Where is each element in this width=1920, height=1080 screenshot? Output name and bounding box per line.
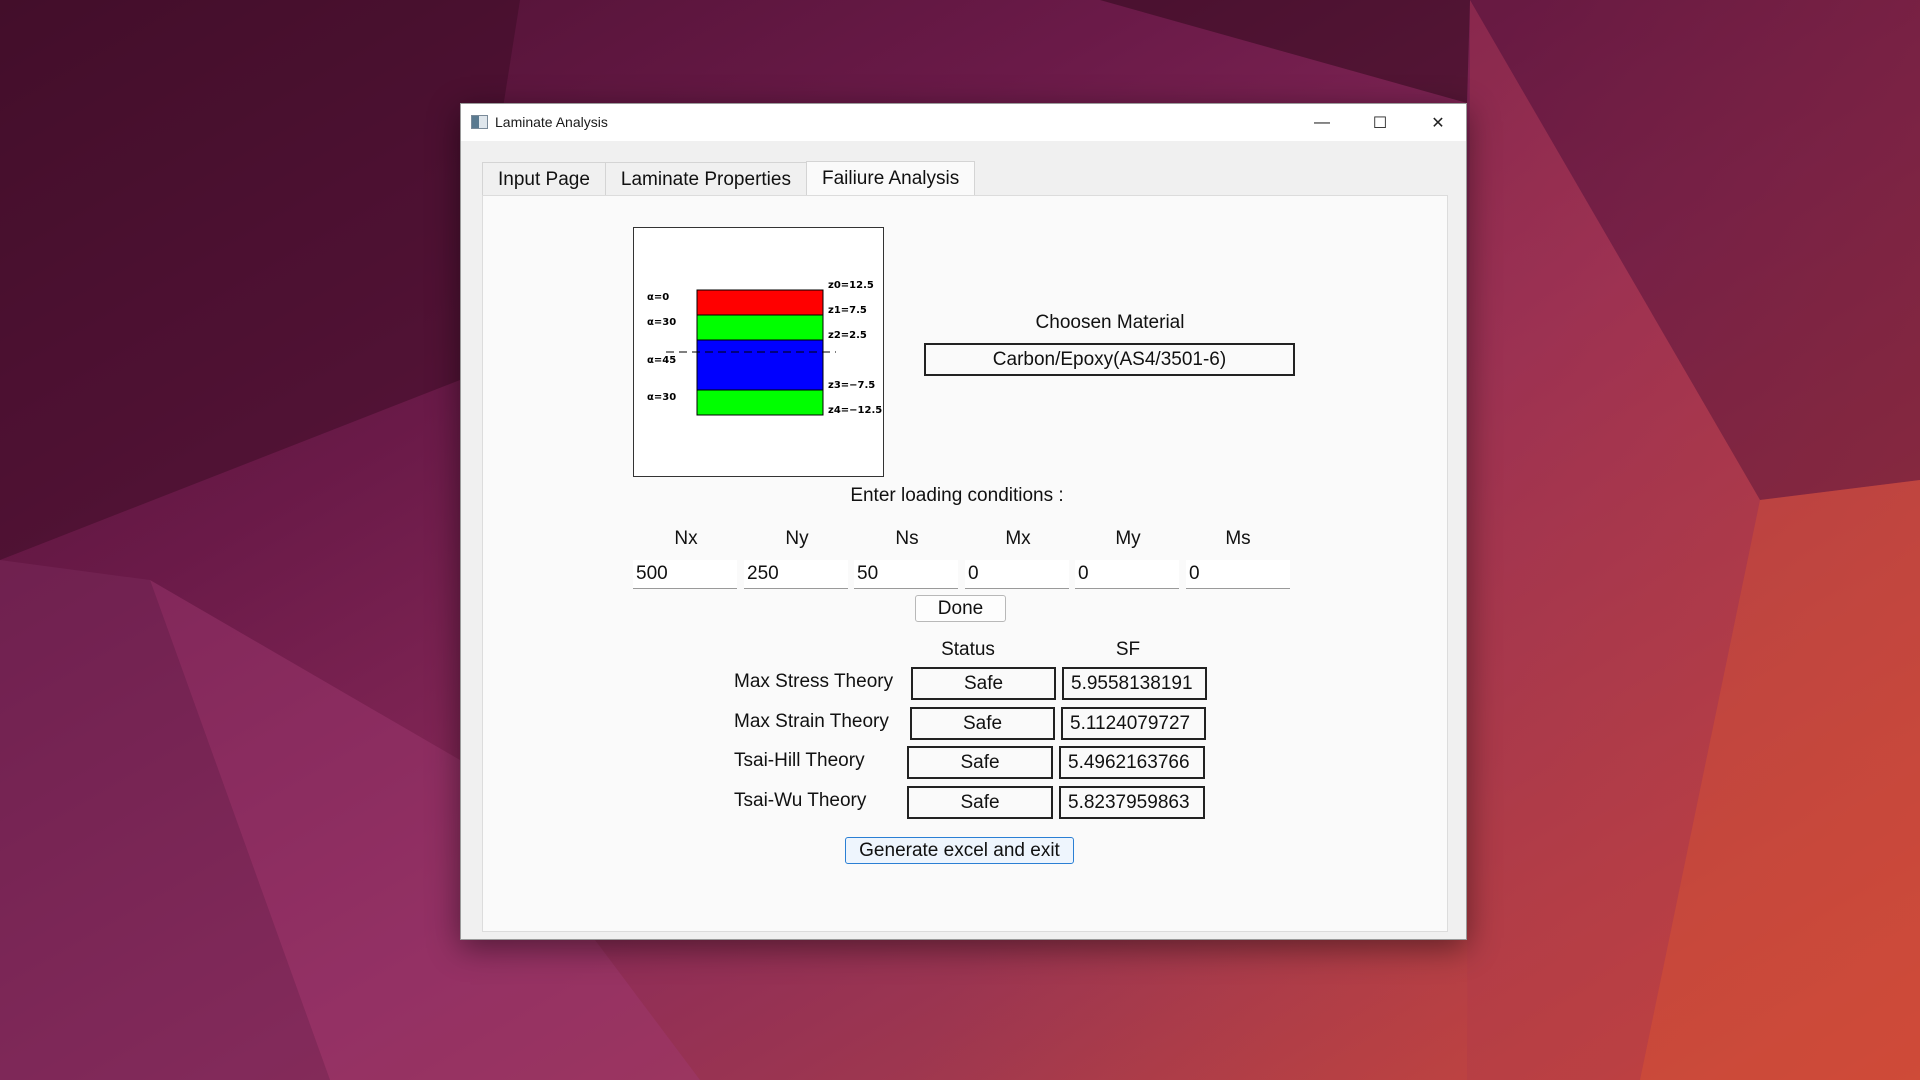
ms-label: Ms — [1225, 528, 1251, 549]
my-input[interactable] — [1075, 560, 1179, 589]
close-button[interactable]: ✕ — [1409, 104, 1467, 141]
max-strain-label: Max Strain Theory — [734, 711, 889, 732]
maximize-button[interactable]: ☐ — [1351, 104, 1409, 141]
status-column-header: Status — [941, 639, 995, 660]
ny-label: Ny — [785, 528, 809, 549]
mx-input[interactable] — [965, 560, 1069, 589]
tsai-wu-label: Tsai-Wu Theory — [734, 790, 867, 811]
max-strain-sf: 5.1124079727 — [1061, 707, 1206, 740]
layer-1-rect — [696, 289, 824, 316]
layer-2-rect — [696, 314, 824, 341]
tab-input-page[interactable]: Input Page — [482, 162, 606, 196]
my-label: My — [1115, 528, 1141, 549]
z3-label: z3=−7.5 — [828, 380, 875, 391]
max-stress-status: Safe — [911, 667, 1056, 700]
tab-bar: Input Page Laminate Properties Failiure … — [482, 161, 976, 196]
chosen-material-heading: Choosen Material — [1035, 312, 1185, 333]
ns-input[interactable] — [854, 560, 958, 589]
failure-analysis-panel: α=0 α=30 α=45 α=30 z0=12.5 z1=7.5 z2=2.5… — [482, 195, 1448, 932]
tsai-wu-status: Safe — [907, 786, 1053, 819]
ny-input[interactable] — [744, 560, 848, 589]
nx-input[interactable] — [633, 560, 737, 589]
layer-4-angle: α=30 — [647, 392, 676, 403]
z2-label: z2=2.5 — [828, 330, 867, 341]
tsai-hill-sf: 5.4962163766 — [1059, 746, 1205, 779]
laminate-stack-figure: α=0 α=30 α=45 α=30 z0=12.5 z1=7.5 z2=2.5… — [647, 280, 882, 416]
sf-column-header: SF — [1115, 639, 1141, 660]
tsai-hill-label: Tsai-Hill Theory — [734, 750, 865, 771]
done-button[interactable]: Done — [915, 595, 1006, 622]
tsai-wu-sf: 5.8237959863 — [1059, 786, 1205, 819]
layer-2-angle: α=30 — [647, 317, 676, 328]
tab-failure-analysis[interactable]: Failiure Analysis — [805, 161, 976, 196]
ms-input[interactable] — [1186, 560, 1290, 589]
chosen-material-value: Carbon/Epoxy(AS4/3501-6) — [924, 343, 1295, 376]
layer-3-angle: α=45 — [647, 355, 676, 366]
z4-label: z4=−12.5 — [828, 405, 882, 416]
tsai-hill-status: Safe — [907, 746, 1053, 779]
max-strain-status: Safe — [910, 707, 1055, 740]
layer-4-rect — [696, 389, 824, 416]
generate-excel-button[interactable]: Generate excel and exit — [845, 837, 1074, 864]
z0-label: z0=12.5 — [828, 280, 874, 291]
mx-label: Mx — [1005, 528, 1031, 549]
max-stress-label: Max Stress Theory — [734, 671, 894, 692]
laminate-stack-diagram: α=0 α=30 α=45 α=30 z0=12.5 z1=7.5 z2=2.5… — [633, 227, 884, 477]
max-stress-sf: 5.9558138191 — [1062, 667, 1207, 700]
tab-laminate-properties[interactable]: Laminate Properties — [604, 162, 807, 196]
nx-label: Nx — [674, 528, 698, 549]
window-title: Laminate Analysis — [495, 114, 608, 130]
app-icon — [471, 115, 488, 129]
z1-label: z1=7.5 — [828, 305, 867, 316]
loading-conditions-heading: Enter loading conditions : — [850, 485, 1064, 506]
layer-3-rect — [696, 339, 824, 391]
laminate-analysis-window: Laminate Analysis — ☐ ✕ Input Page Lamin… — [460, 103, 1467, 940]
ns-label: Ns — [895, 528, 919, 549]
layer-1-angle: α=0 — [647, 292, 669, 303]
minimize-button[interactable]: — — [1293, 104, 1351, 141]
title-bar[interactable]: Laminate Analysis — ☐ ✕ — [461, 104, 1466, 141]
